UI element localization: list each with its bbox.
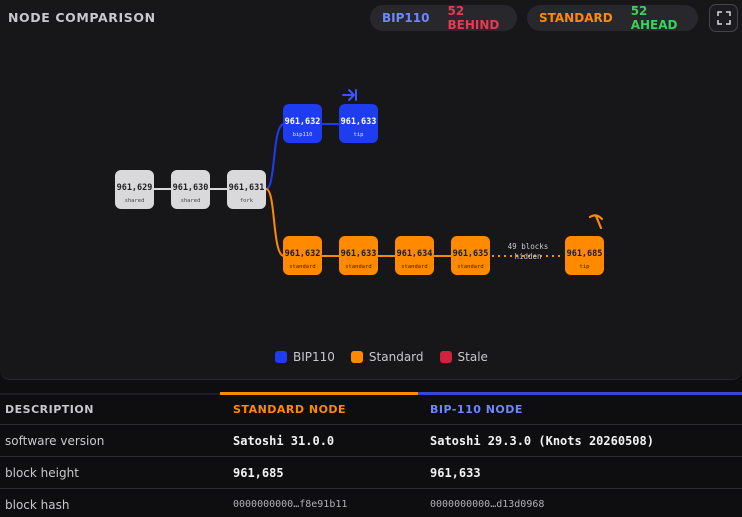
block-standard-tip-961685[interactable]: 961,685 tip	[565, 236, 604, 275]
header-bip110-node: BIP-110 NODE	[418, 392, 742, 425]
comparison-table: DESCRIPTION STANDARD NODE BIP-110 NODE s…	[0, 392, 742, 517]
legend-item-bip110: BIP110	[275, 350, 335, 364]
svg-text:961,630: 961,630	[173, 183, 209, 193]
row-standard-value: 0000000000…f8e91b11	[220, 488, 418, 517]
row-standard-value: 961,685	[220, 456, 418, 489]
svg-text:961,635: 961,635	[453, 249, 489, 259]
connector-bip-fork	[265, 123, 285, 190]
legend-label-stale: Stale	[457, 350, 488, 364]
row-bip-value: 961,633	[418, 456, 742, 489]
hidden-blocks-count: 49 blocks	[508, 242, 549, 251]
legend-label-bip110: BIP110	[293, 350, 335, 364]
block-standard-961632[interactable]: 961,632 standard	[283, 236, 322, 275]
svg-text:961,685: 961,685	[567, 249, 603, 259]
svg-text:tip: tip	[354, 132, 364, 138]
bip-tip-arrow-icon	[342, 89, 357, 101]
table-row: software version Satoshi 31.0.0 Satoshi …	[0, 424, 742, 457]
legend-item-standard: Standard	[350, 350, 424, 364]
pickaxe-icon	[588, 214, 604, 230]
row-desc: software version	[0, 424, 220, 457]
connector-standard-fork	[265, 188, 285, 257]
block-graph: 961,629 shared 961,630 shared 961,631 fo…	[115, 89, 604, 275]
table-row: block hash 0000000000…f8e91b11 000000000…	[0, 488, 742, 517]
row-standard-value: Satoshi 31.0.0	[220, 424, 418, 457]
block-shared-961630[interactable]: 961,630 shared	[171, 170, 210, 209]
svg-text:961,631: 961,631	[229, 183, 265, 193]
table-row: block height 961,685 961,633	[0, 456, 742, 489]
svg-text:standard: standard	[289, 264, 316, 270]
node-comparison-panel: NODE COMPARISON BIP110 52 BEHIND STANDAR…	[0, 0, 742, 380]
graph-legend: BIP110 Standard Stale	[275, 350, 488, 364]
block-bip-961632[interactable]: 961,632 bip110	[283, 104, 322, 143]
header-description: DESCRIPTION	[0, 392, 220, 425]
svg-text:961,634: 961,634	[397, 249, 433, 259]
svg-text:961,629: 961,629	[117, 183, 153, 193]
legend-swatch-standard	[350, 351, 363, 363]
svg-text:961,632: 961,632	[285, 117, 321, 127]
row-desc: block height	[0, 456, 220, 489]
block-fork-961631[interactable]: 961,631 fork	[227, 170, 266, 209]
hidden-blocks-label: hidden	[514, 252, 541, 261]
block-standard-961634[interactable]: 961,634 standard	[395, 236, 434, 275]
row-desc: block hash	[0, 488, 220, 517]
svg-text:961,632: 961,632	[285, 249, 321, 259]
block-bip-tip-961633[interactable]: 961,633 tip	[339, 104, 378, 143]
svg-text:961,633: 961,633	[341, 249, 377, 259]
svg-text:tip: tip	[580, 264, 590, 270]
block-standard-961635[interactable]: 961,635 standard	[451, 236, 490, 275]
table-header-row: DESCRIPTION STANDARD NODE BIP-110 NODE	[0, 392, 742, 425]
row-bip-value: 0000000000…d13d0968	[418, 488, 742, 517]
legend-swatch-bip110	[275, 351, 287, 363]
svg-text:fork: fork	[240, 198, 254, 204]
svg-text:bip110: bip110	[293, 132, 313, 138]
svg-text:shared: shared	[181, 198, 201, 204]
svg-text:standard: standard	[457, 264, 484, 270]
header-standard-node: STANDARD NODE	[220, 392, 418, 425]
legend-label-standard: Standard	[368, 350, 424, 364]
block-standard-961633[interactable]: 961,633 standard	[339, 236, 378, 275]
legend-swatch-stale	[439, 351, 452, 363]
svg-text:961,633: 961,633	[341, 117, 377, 127]
legend-item-stale: Stale	[439, 350, 488, 364]
row-bip-value: Satoshi 29.3.0 (Knots 20260508)	[418, 424, 742, 457]
svg-text:shared: shared	[125, 198, 145, 204]
svg-text:standard: standard	[401, 264, 428, 270]
svg-text:standard: standard	[345, 264, 372, 270]
block-shared-961629[interactable]: 961,629 shared	[115, 170, 154, 209]
